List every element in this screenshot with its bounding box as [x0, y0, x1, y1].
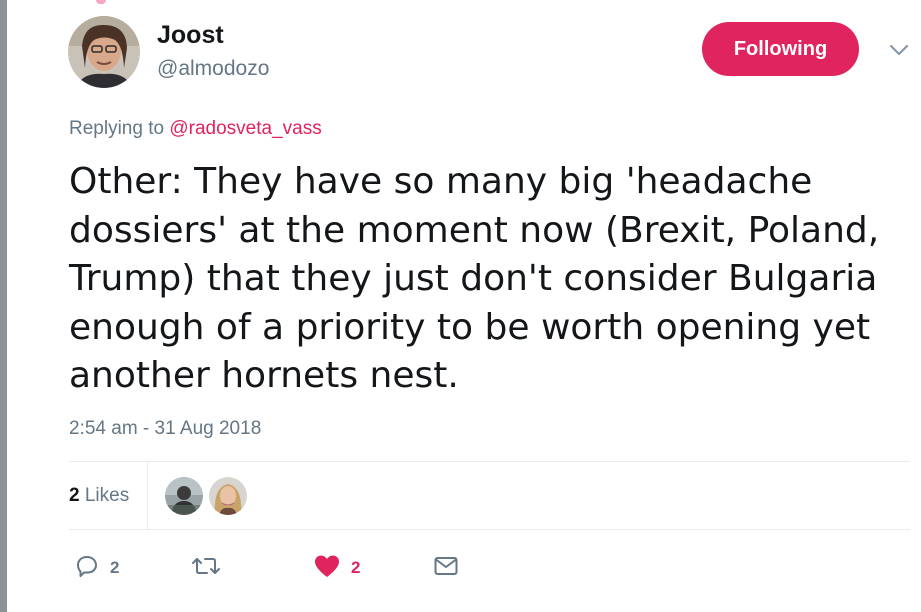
heart-icon [313, 553, 341, 584]
reply-button[interactable]: 2 [74, 552, 119, 584]
like-button[interactable]: 2 [313, 552, 360, 584]
envelope-icon [433, 553, 459, 584]
top-edge-mark [96, 0, 106, 4]
tweet-text-line: dossiers' at the moment now (Brexit, Pol… [69, 209, 880, 251]
author-name[interactable]: Joost [157, 20, 224, 50]
stats-divider-vertical [147, 462, 148, 529]
tweet-text-line: another hornets nest. [69, 355, 459, 396]
reply-icon [74, 553, 100, 584]
liker-avatar[interactable] [165, 477, 203, 515]
author-handle[interactable]: @almodozo [157, 56, 269, 82]
likes-stat[interactable]: 2 Likes [69, 483, 129, 509]
liker-avatar[interactable] [209, 477, 247, 515]
following-button[interactable]: Following [702, 22, 859, 76]
retweet-icon [190, 553, 222, 584]
likes-label: Likes [79, 485, 130, 506]
reply-mention-link[interactable]: @radosveta_vass [169, 118, 321, 139]
stats-divider-bottom [69, 529, 910, 530]
tweet-text-line: Other: They have so many big 'headache [69, 161, 813, 202]
tweet-text-line: enough of a priority to be worth opening… [69, 306, 871, 348]
chevron-down-icon[interactable] [884, 38, 914, 62]
direct-message-button[interactable] [433, 552, 469, 584]
like-count: 2 [351, 558, 361, 577]
reply-context: Replying to @radosveta_vass [69, 116, 322, 142]
tweet-timestamp[interactable]: 2:54 am - 31 Aug 2018 [69, 416, 261, 442]
reply-context-prefix: Replying to [69, 118, 170, 139]
likes-count: 2 [69, 485, 80, 506]
tweet-text-line: Trump) that they just don't consider Bul… [69, 258, 878, 299]
window-left-border [0, 0, 7, 612]
tweet-text: Other: They have so many big 'headache d… [69, 158, 909, 401]
stats-divider-top [69, 461, 910, 462]
author-avatar[interactable] [68, 16, 140, 88]
reply-count: 2 [110, 558, 120, 577]
retweet-button[interactable] [190, 552, 232, 584]
